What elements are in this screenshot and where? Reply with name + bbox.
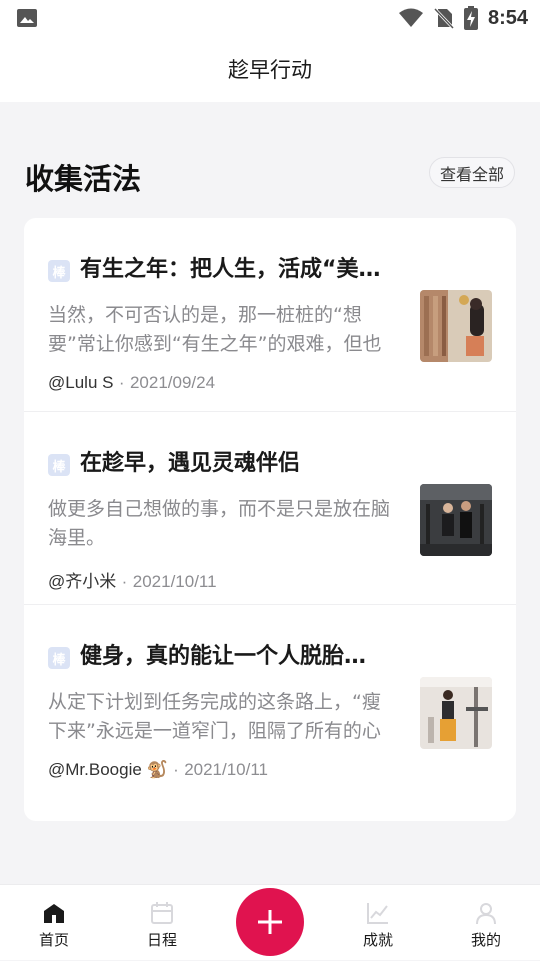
home-icon <box>44 904 64 923</box>
article-card-list: 棒 有生之年：把人生，活成“美… 当然，不可否认的是，那一桩桩的“想要”常让你感… <box>24 218 516 821</box>
view-all-button[interactable]: 查看全部 <box>428 157 515 188</box>
article-date: 2021/09/24 <box>129 373 216 392</box>
article-meta: @Lulu S · 2021/09/24 <box>48 373 215 393</box>
article-thumbnail <box>420 677 492 749</box>
tag-badge: 棒 <box>48 260 70 282</box>
article-title: 有生之年：把人生，活成“美… <box>80 257 381 282</box>
tab-label: 成就 <box>362 931 393 949</box>
tab-label: 首页 <box>38 931 69 949</box>
woman-lifting-at-gym-photo <box>420 677 492 749</box>
no-sim-icon <box>433 7 454 29</box>
meta-separator: · <box>118 373 125 392</box>
chart-icon <box>367 903 388 924</box>
meta-separator: · <box>121 572 128 591</box>
page-title: 趁早行动 <box>228 58 312 82</box>
article-author[interactable]: @Mr.Boogie 🐒 <box>48 760 168 779</box>
article-thumbnail <box>420 484 492 556</box>
tab-schedule[interactable]: 日程 <box>122 885 202 961</box>
profile-icon <box>476 903 496 925</box>
article-item[interactable]: 棒 健身，真的能让一个人脱胎… 从定下计划到任务完成的这条路上，“瘦下来”永远是… <box>24 604 516 798</box>
tag-badge: 棒 <box>48 647 70 669</box>
article-item[interactable]: 棒 在趁早，遇见灵魂伴侣 做更多自己想做的事，而不是只是放在脑海里。 @齐小米 … <box>24 411 516 605</box>
article-excerpt: 从定下计划到任务完成的这条路上，“瘦下来”永远是一道窄门，阻隔了所有的心 <box>48 691 381 742</box>
tag-badge: 棒 <box>48 454 70 476</box>
tab-label: 我的 <box>470 931 501 949</box>
tab-profile[interactable]: 我的 <box>446 885 526 961</box>
article-meta: @齐小米 · 2021/10/11 <box>48 567 217 592</box>
article-excerpt: 做更多自己想做的事，而不是只是放在脑海里。 <box>48 498 391 549</box>
section-title: 收集活法 <box>25 162 142 196</box>
status-bar: 8:54 <box>0 0 540 36</box>
status-icons: 8:54 <box>398 5 528 31</box>
tab-label: 日程 <box>146 931 177 949</box>
wifi-icon <box>398 8 423 27</box>
tab-achievements[interactable]: 成就 <box>338 885 418 961</box>
article-author[interactable]: @Lulu S <box>48 373 113 392</box>
tab-home[interactable]: 首页 <box>14 885 94 961</box>
app-bar: 趁早行动 <box>0 36 540 102</box>
article-date: 2021/10/11 <box>184 760 269 779</box>
add-button[interactable] <box>236 888 304 956</box>
article-date: 2021/10/11 <box>132 572 217 591</box>
couple-at-gym-photo <box>420 484 492 556</box>
article-author[interactable]: @齐小米 <box>48 572 116 591</box>
meta-separator: · <box>173 760 179 779</box>
status-time: 8:54 <box>487 6 528 29</box>
article-excerpt: 当然，不可否认的是，那一桩桩的“想要”常让你感到“有生之年”的艰难，但也 <box>48 304 382 355</box>
calendar-icon <box>151 902 173 924</box>
article-title: 在趁早，遇见灵魂伴侣 <box>80 451 301 476</box>
article-item[interactable]: 棒 有生之年：把人生，活成“美… 当然，不可否认的是，那一桩桩的“想要”常让你感… <box>24 218 516 411</box>
battery-charging-icon <box>463 6 478 30</box>
plus-icon <box>258 910 282 934</box>
article-title: 健身，真的能让一个人脱胎… <box>80 644 367 669</box>
article-thumbnail <box>420 290 492 362</box>
article-meta: @Mr.Boogie 🐒 · 2021/10/11 <box>48 760 268 780</box>
gallery-icon <box>17 9 37 27</box>
woman-by-bookshelf-photo <box>420 290 492 362</box>
